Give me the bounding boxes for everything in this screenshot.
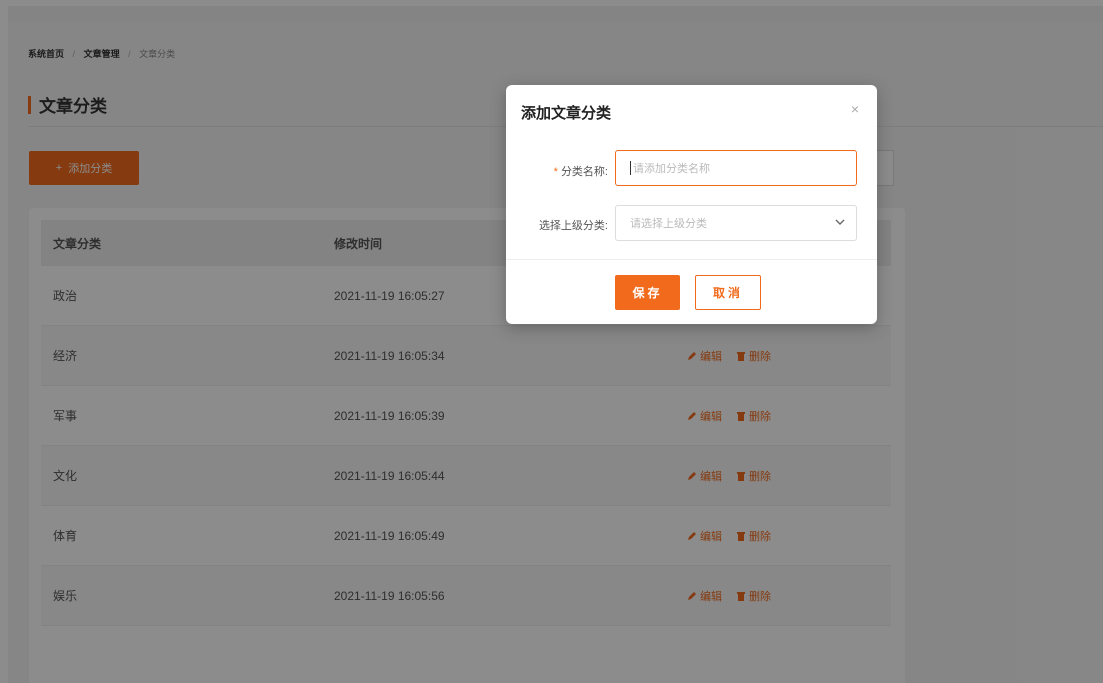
required-marker: *	[553, 166, 558, 178]
category-name-label: * 分类名称:	[516, 163, 608, 179]
save-button[interactable]: 保存	[615, 275, 680, 310]
category-name-input[interactable]: 请添加分类名称	[615, 150, 857, 186]
category-name-placeholder: 请添加分类名称	[633, 163, 710, 175]
add-category-dialog: 添加文章分类 × * 分类名称: 请添加分类名称 选择上级分类: 请选择上级分类 …	[506, 85, 877, 324]
category-name-label-text: 分类名称:	[560, 166, 608, 178]
parent-category-select[interactable]: 请选择上级分类	[615, 205, 857, 241]
close-icon[interactable]: ×	[851, 101, 859, 117]
dialog-title: 添加文章分类	[521, 105, 612, 122]
chevron-down-icon	[835, 219, 845, 225]
text-cursor	[630, 161, 631, 175]
cancel-button[interactable]: 取消	[695, 275, 761, 310]
parent-category-placeholder: 请选择上级分类	[630, 218, 707, 230]
parent-category-label: 选择上级分类:	[538, 220, 608, 232]
dialog-divider	[506, 259, 877, 260]
